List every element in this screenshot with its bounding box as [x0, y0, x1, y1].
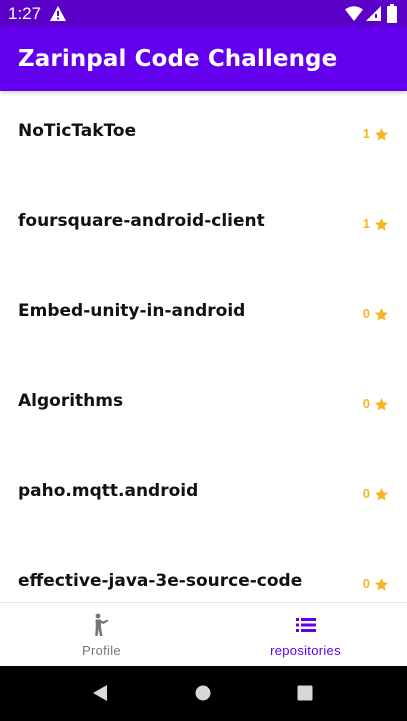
star-count: 0 — [362, 486, 370, 501]
repository-list[interactable]: NoTicTakToe 1 foursquare-android-client … — [0, 91, 407, 602]
star-icon — [375, 127, 388, 140]
repository-stars: 0 — [363, 306, 389, 322]
repository-name: effective-java-3e-source-code — [18, 571, 303, 591]
repository-item[interactable]: paho.mqtt.android 0 — [0, 451, 407, 541]
nav-label-profile: Profile — [82, 643, 121, 658]
back-icon[interactable] — [90, 683, 110, 703]
repository-name: NoTicTakToe — [18, 121, 137, 141]
repository-stars: 1 — [363, 216, 389, 232]
home-icon[interactable] — [193, 683, 213, 703]
repository-stars: 0 — [363, 486, 389, 502]
repository-item[interactable]: foursquare-android-client 1 — [0, 181, 407, 271]
status-bar: 1:27 — [0, 0, 407, 27]
repository-name: Algorithms — [18, 391, 124, 411]
star-icon — [375, 577, 388, 590]
star-icon — [375, 397, 388, 410]
repository-stars: 0 — [363, 576, 389, 592]
repository-item[interactable]: Algorithms 0 — [0, 361, 407, 451]
app-screen: 1:27 Zarinpal Code Challenge NoTicTakToe… — [0, 0, 407, 721]
star-count: 0 — [362, 576, 370, 591]
nav-label-repositories: repositories — [270, 643, 341, 658]
star-count: 0 — [362, 396, 370, 411]
battery-icon — [387, 4, 397, 23]
repository-name: foursquare-android-client — [18, 211, 265, 231]
nav-item-repositories[interactable]: repositories — [204, 603, 407, 666]
star-icon — [375, 307, 388, 320]
recents-icon[interactable] — [295, 683, 315, 703]
status-time: 1:27 — [8, 4, 42, 23]
star-count: 1 — [362, 216, 370, 231]
star-icon — [375, 487, 388, 500]
repository-item[interactable]: Embed-unity-in-android 0 — [0, 271, 407, 361]
star-count: 1 — [362, 126, 370, 141]
repository-name: paho.mqtt.android — [18, 481, 199, 501]
repository-name: Embed-unity-in-android — [18, 301, 246, 321]
app-title: Zarinpal Code Challenge — [18, 46, 338, 72]
bottom-navigation: Profile repositories — [0, 602, 407, 666]
signal-icon — [366, 6, 381, 21]
repository-item[interactable]: effective-java-3e-source-code 0 — [0, 541, 407, 602]
star-icon — [375, 217, 388, 230]
list-icon — [295, 618, 316, 632]
nav-item-profile[interactable]: Profile — [0, 603, 203, 666]
system-navigation-bar — [0, 666, 407, 721]
repository-stars: 0 — [363, 396, 389, 412]
person-icon — [94, 613, 108, 636]
warning-icon — [50, 6, 66, 21]
repository-stars: 1 — [363, 126, 389, 142]
wifi-icon — [345, 6, 363, 21]
star-count: 0 — [362, 306, 370, 321]
app-bar: Zarinpal Code Challenge — [0, 27, 407, 91]
repository-item[interactable]: NoTicTakToe 1 — [0, 91, 407, 181]
